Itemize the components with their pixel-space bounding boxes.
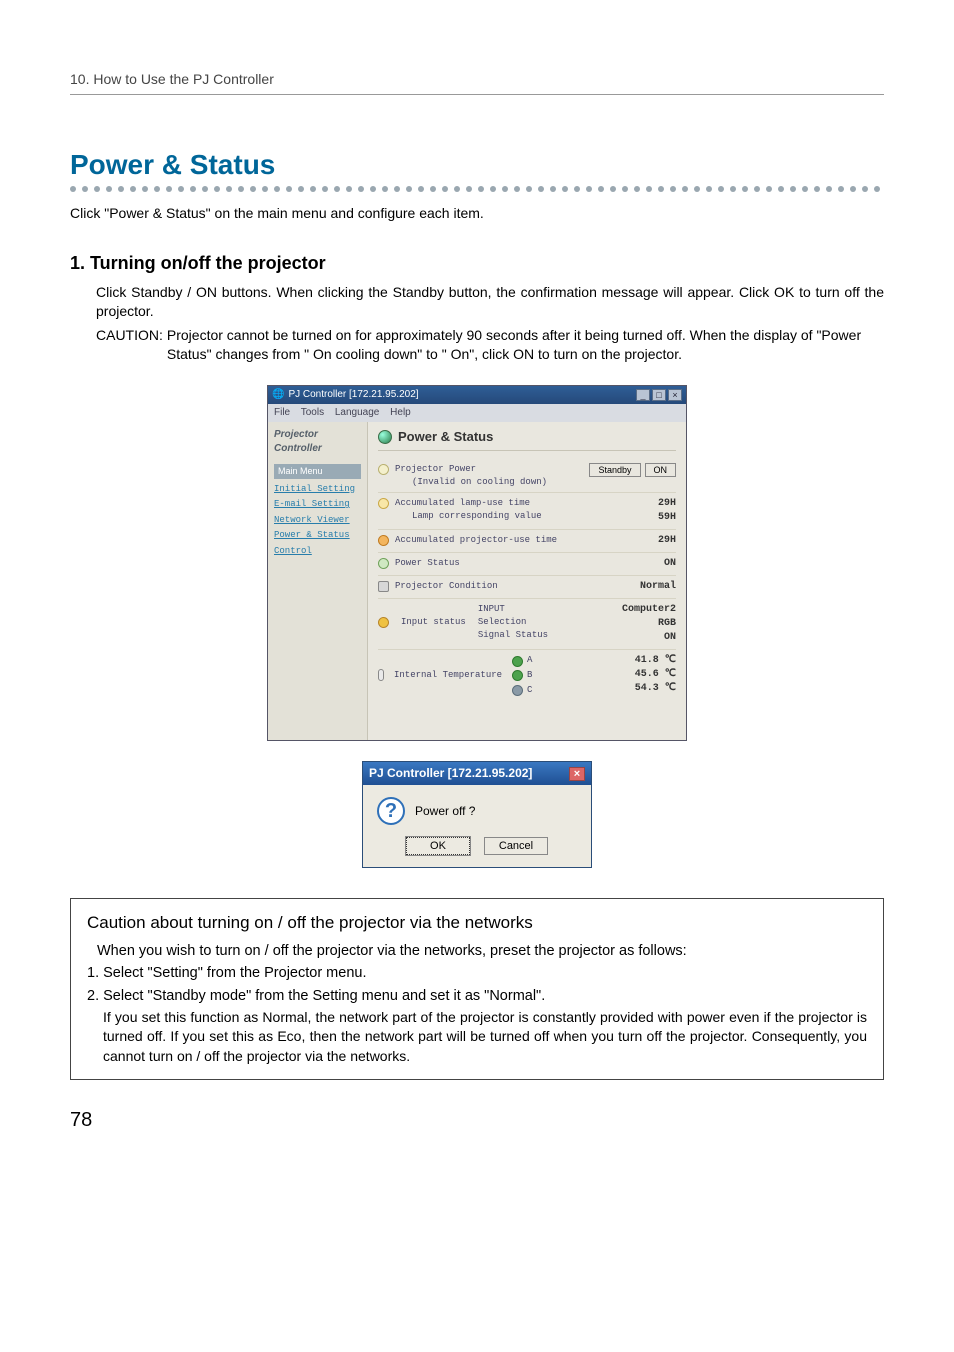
thermometer-icon (378, 669, 384, 681)
input-sub-input: INPUT (478, 603, 548, 616)
input-value-input: Computer2 (622, 603, 676, 617)
caution-box-item-2: 2. Select "Standby mode" from the Settin… (87, 986, 867, 1006)
sidebar-item-control[interactable]: Control (274, 545, 361, 558)
sidebar-item-power-status[interactable]: Power & Status (274, 529, 361, 542)
temp-dot-a-icon (512, 656, 523, 667)
magnifier-icon (378, 558, 389, 569)
page-number: 78 (70, 1106, 884, 1134)
caution-box-lead: When you wish to turn on / off the proje… (97, 941, 867, 961)
lamp-icon (378, 498, 389, 509)
sidebar-logo: Projector Controller (274, 428, 361, 456)
menu-help[interactable]: Help (390, 407, 411, 418)
menu-tools[interactable]: Tools (301, 407, 324, 418)
projector-condition-value: Normal (640, 580, 676, 594)
pane-title: Power & Status (378, 428, 676, 451)
power-icon (378, 464, 389, 475)
caution-text: Projector cannot be turned on for approx… (163, 326, 884, 365)
sidebar-item-email-setting[interactable]: E-mail Setting (274, 498, 361, 511)
temp-c-value: 54.3 ℃ (635, 682, 676, 696)
close-button[interactable]: × (668, 389, 682, 401)
window-titlebar: 🌐 PJ Controller [172.21.95.202] _ □ × (268, 386, 686, 404)
dialog-title: PJ Controller [172.21.95.202] (369, 765, 532, 782)
input-value-selection: RGB (622, 617, 676, 631)
dialog-message: Power off ? (415, 803, 475, 820)
caution-box-continuation: If you set this function as Normal, the … (103, 1008, 867, 1067)
caution-box-heading: Caution about turning on / off the proje… (87, 911, 867, 935)
temp-dot-b-icon (512, 670, 523, 681)
power-off-dialog: PJ Controller [172.21.95.202] × ? Power … (362, 761, 592, 868)
lamp-use-value: 29H (658, 497, 676, 511)
subheading-1: 1. Turning on/off the projector (70, 251, 884, 276)
internal-temperature-label: Internal Temperature (394, 669, 502, 682)
globe-icon (378, 430, 392, 444)
standby-button[interactable]: Standby (589, 463, 640, 477)
input-sub-signal: Signal Status (478, 629, 548, 642)
input-value-signal: ON (622, 631, 676, 645)
power-status-label: Power Status (395, 557, 460, 570)
power-status-value: ON (664, 557, 676, 571)
breadcrumb: 10. How to Use the PJ Controller (70, 70, 884, 95)
projector-icon (378, 581, 389, 592)
temp-a-label: A (527, 654, 532, 667)
pane-title-text: Power & Status (398, 428, 493, 446)
projector-use-value: 29H (658, 534, 676, 548)
on-button[interactable]: ON (645, 463, 677, 477)
dialog-cancel-button[interactable]: Cancel (484, 837, 548, 855)
page-title: Power & Status (70, 145, 884, 184)
menu-language[interactable]: Language (335, 407, 380, 418)
app-icon: 🌐 (272, 388, 284, 402)
temp-b-label: B (527, 669, 532, 682)
clock-icon (378, 535, 389, 546)
temp-a-value: 41.8 ℃ (635, 654, 676, 668)
window-title: PJ Controller [172.21.95.202] (288, 388, 418, 402)
caution-box-item-1: 1. Select "Setting" from the Projector m… (87, 963, 867, 983)
lamp-use-label: Accumulated lamp-use time (395, 498, 530, 508)
sub1-paragraph: Click Standby / ON buttons. When clickin… (96, 283, 884, 322)
sidebar-item-network-viewer[interactable]: Network Viewer (274, 514, 361, 527)
maximize-button[interactable]: □ (652, 389, 666, 401)
dialog-ok-button[interactable]: OK (406, 837, 470, 855)
minimize-button[interactable]: _ (636, 389, 650, 401)
input-status-label: Input status (401, 616, 466, 629)
pj-controller-window: 🌐 PJ Controller [172.21.95.202] _ □ × Fi… (267, 385, 687, 741)
temp-dot-c-icon (512, 685, 523, 696)
lamp-corresponding-value: 59H (658, 511, 676, 525)
temp-b-value: 45.6 ℃ (635, 668, 676, 682)
network-caution-box: Caution about turning on / off the proje… (70, 898, 884, 1079)
sidebar-item-initial-setting[interactable]: Initial Setting (274, 483, 361, 496)
projector-power-note: (Invalid on cooling down) (412, 476, 547, 489)
caution-label: CAUTION: (96, 326, 163, 365)
projector-use-label: Accumulated projector-use time (395, 534, 557, 547)
lamp-corresponding-label: Lamp corresponding value (412, 510, 542, 523)
input-icon (378, 617, 389, 628)
sidebar: Projector Controller Main Menu Initial S… (268, 422, 368, 740)
dialog-close-button[interactable]: × (569, 767, 585, 781)
input-sub-selection: Selection (478, 616, 548, 629)
main-pane: Power & Status Projector Power (Invalid … (368, 422, 686, 740)
title-rule (70, 186, 884, 192)
projector-power-label: Projector Power (395, 464, 476, 474)
sidebar-main-menu-label: Main Menu (274, 464, 361, 479)
intro-text: Click "Power & Status" on the main menu … (70, 204, 884, 224)
temp-c-label: C (527, 684, 532, 697)
menubar: File Tools Language Help (268, 404, 686, 422)
question-icon: ? (377, 797, 405, 825)
projector-condition-label: Projector Condition (395, 580, 498, 593)
menu-file[interactable]: File (274, 407, 290, 418)
